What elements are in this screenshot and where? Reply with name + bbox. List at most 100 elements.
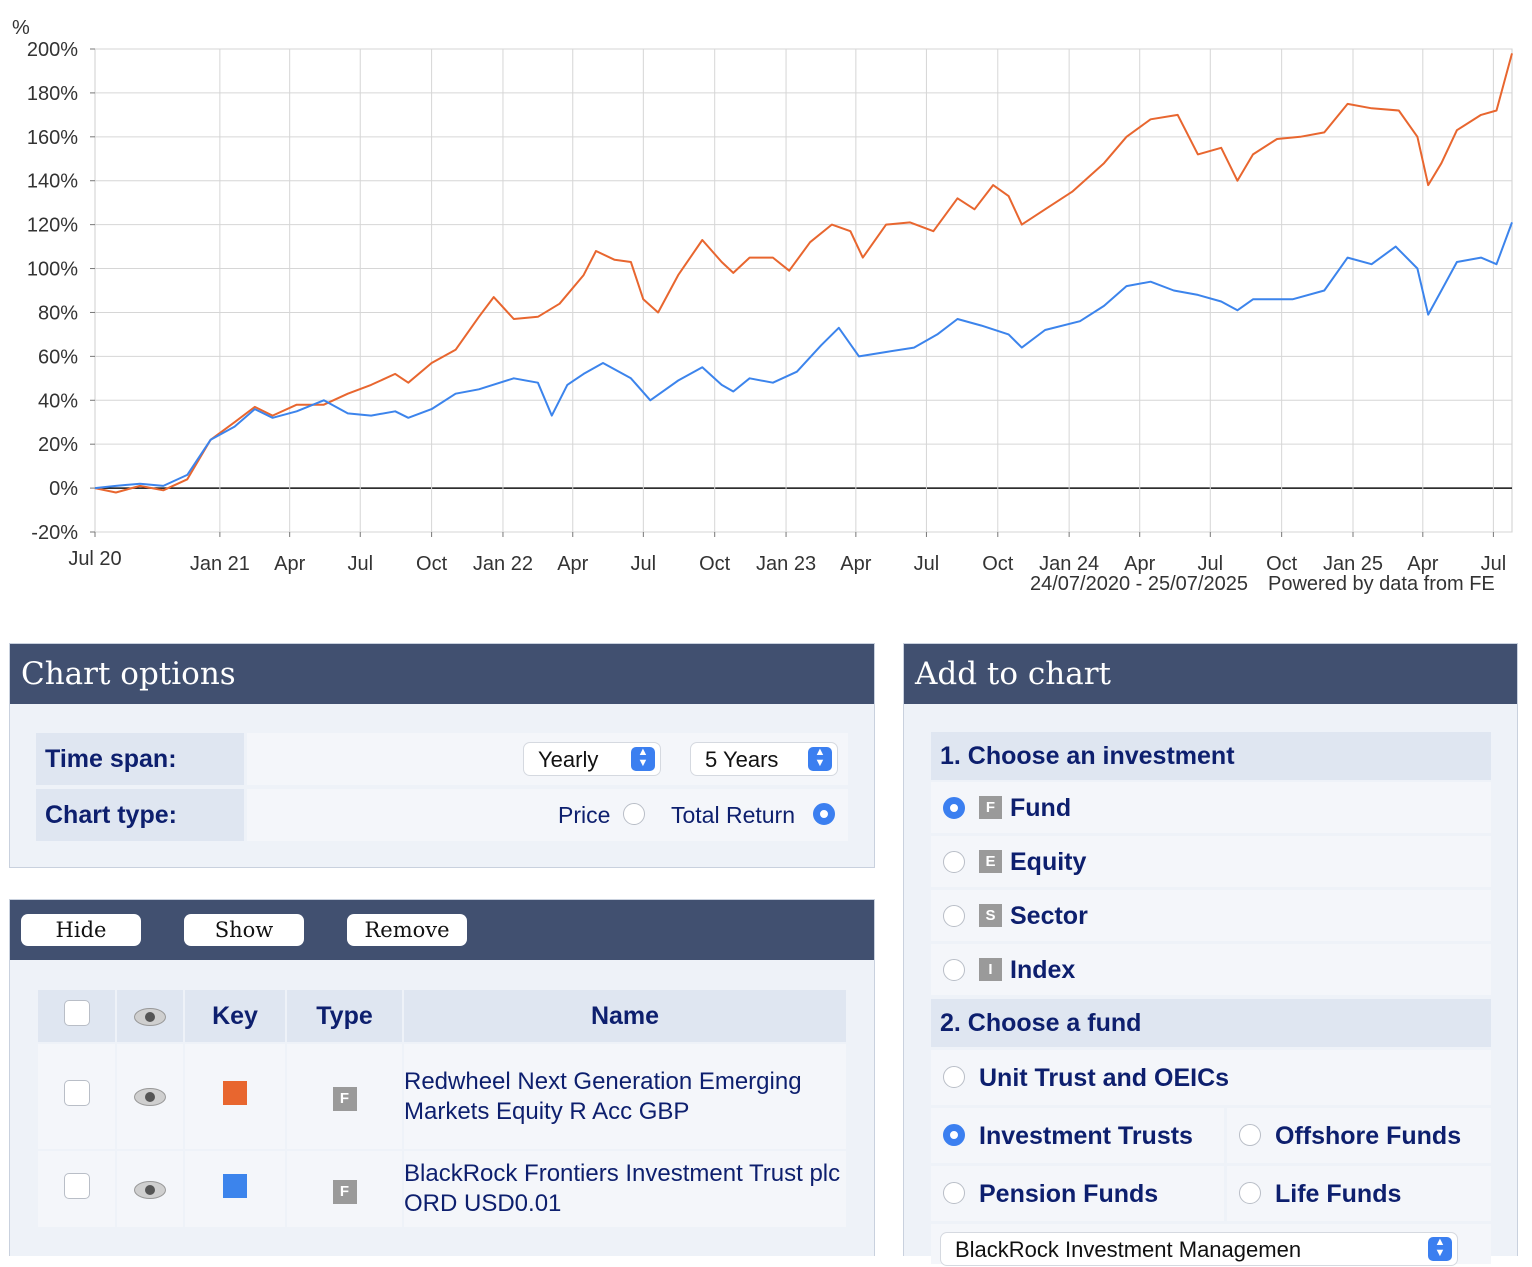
- step-1-heading: 1. Choose an investment: [931, 732, 1491, 780]
- fund-type-pension[interactable]: Pension Funds: [931, 1166, 1224, 1221]
- x-tick-label: Oct: [982, 553, 1014, 575]
- series-line-1: [94, 53, 1513, 494]
- investment-trusts-label: Investment Trusts: [979, 1122, 1193, 1150]
- eye-icon[interactable]: [134, 1088, 166, 1107]
- series-name: BlackRock Frontiers Investment Trust plc…: [404, 1151, 846, 1227]
- chart-type-row: Chart type: Price Total Return: [36, 789, 848, 841]
- y-tick-label: 20%: [38, 434, 78, 456]
- y-tick-label: 60%: [38, 346, 78, 368]
- x-tick-label: Oct: [1266, 553, 1298, 575]
- row-select-cell: [38, 1151, 115, 1227]
- equity-type-icon: E: [979, 850, 1002, 873]
- offshore-radio[interactable]: [1239, 1124, 1261, 1146]
- step-2-heading: 2. Choose a fund: [931, 999, 1491, 1047]
- y-tick-label: -20%: [31, 522, 78, 544]
- frequency-select[interactable]: Yearly ▲ ▼: [523, 742, 661, 776]
- select-all-checkbox[interactable]: [63, 999, 90, 1026]
- series-key-swatch: [223, 1081, 247, 1105]
- series-list-panel: Hide Show Remove Key Type Name F Redwhee…: [9, 899, 875, 1256]
- series-table: Key Type Name F Redwheel Next Generation…: [36, 988, 848, 1229]
- select-all-cell: [38, 990, 115, 1042]
- series-name: Redwheel Next Generation Emerging Market…: [404, 1044, 846, 1149]
- row-select-cell: [38, 1044, 115, 1149]
- chevron-updown-icon: ▲ ▼: [808, 747, 832, 771]
- performance-chart: % 200% 180% 160% 140% 120% 100% 80% 60% 40% 20% 0%…: [12, 17, 1513, 595]
- row-checkbox[interactable]: [63, 1080, 90, 1106]
- y-tick-label: 180%: [27, 83, 78, 105]
- index-option-label: Index: [1010, 956, 1076, 984]
- x-tick-label: Apr: [1407, 553, 1438, 575]
- pension-radio[interactable]: [943, 1182, 965, 1204]
- y-tick-label: 0%: [49, 478, 78, 500]
- total-return-radio[interactable]: [813, 803, 835, 825]
- x-tick-label: Apr: [274, 553, 305, 575]
- x-tick-label: Jan 25: [1323, 553, 1383, 575]
- period-select-value: 5 Years: [705, 747, 779, 772]
- chart-series: [94, 53, 1513, 494]
- row-visibility-cell: [117, 1151, 183, 1227]
- data-credit-label: Powered by data from FE: [1268, 573, 1495, 595]
- price-radio[interactable]: [623, 803, 645, 825]
- row-checkbox[interactable]: [63, 1172, 90, 1199]
- manager-select-value: BlackRock Investment Managemen: [955, 1237, 1302, 1262]
- series-toolbar: Hide Show Remove: [10, 900, 874, 960]
- x-tick-label: Jul: [347, 553, 373, 575]
- fund-type-icon: F: [979, 796, 1002, 819]
- table-row: F Redwheel Next Generation Emerging Mark…: [38, 1044, 846, 1149]
- y-tick-label: 40%: [38, 390, 78, 412]
- row-type-cell: F: [287, 1044, 402, 1149]
- hide-button[interactable]: Hide: [21, 914, 141, 946]
- y-tick-label: 120%: [27, 215, 78, 237]
- x-tick-label: Oct: [699, 553, 731, 575]
- price-option-label: Price: [558, 802, 611, 828]
- date-range-label: 24/07/2020 - 25/07/2025: [1030, 573, 1248, 595]
- manager-row: BlackRock Investment Managemen ▲ ▼: [931, 1224, 1491, 1266]
- show-button[interactable]: Show: [184, 914, 304, 946]
- remove-button[interactable]: Remove: [347, 914, 467, 946]
- fund-radio[interactable]: [943, 797, 965, 819]
- sector-radio[interactable]: [943, 905, 965, 927]
- chart-options-panel: Chart options Time span: Yearly ▲ ▼ 5 Yea…: [9, 643, 875, 868]
- key-header: Key: [185, 990, 285, 1042]
- fund-type-offshore[interactable]: Offshore Funds: [1227, 1108, 1491, 1163]
- x-tick-label: Jan 22: [473, 553, 533, 575]
- series-line-2: [94, 222, 1513, 490]
- series-key-swatch: [223, 1173, 247, 1198]
- fund-type-icon: F: [332, 1179, 357, 1204]
- unit-trust-label: Unit Trust and OEICs: [979, 1064, 1230, 1092]
- investment-option-index[interactable]: I Index: [931, 944, 1491, 995]
- chart-grid: [94, 48, 1513, 533]
- investment-option-fund[interactable]: F Fund: [931, 782, 1491, 833]
- fund-option-label: Fund: [1010, 794, 1072, 822]
- fund-type-investment-trusts[interactable]: Investment Trusts: [931, 1108, 1224, 1163]
- pension-label: Pension Funds: [979, 1180, 1159, 1208]
- life-radio[interactable]: [1239, 1182, 1261, 1204]
- visibility-header: [117, 990, 183, 1042]
- y-tick-label: 160%: [27, 127, 78, 149]
- add-to-chart-panel: Add to chart 1. Choose an investment F F…: [903, 643, 1518, 1266]
- equity-radio[interactable]: [943, 851, 965, 873]
- y-tick-label: 200%: [27, 39, 78, 61]
- investment-option-equity[interactable]: E Equity: [931, 836, 1491, 887]
- investment-option-sector[interactable]: S Sector: [931, 890, 1491, 941]
- manager-select[interactable]: BlackRock Investment Managemen ▲ ▼: [940, 1232, 1458, 1266]
- unit-trust-radio[interactable]: [943, 1066, 965, 1088]
- row-visibility-cell: [117, 1044, 183, 1149]
- y-tick-label: 100%: [27, 259, 78, 281]
- chevron-updown-icon: ▲ ▼: [631, 747, 655, 771]
- offshore-label: Offshore Funds: [1275, 1122, 1462, 1150]
- series-table-header: Key Type Name: [38, 990, 846, 1042]
- frequency-select-value: Yearly: [538, 747, 599, 772]
- row-key-cell: [185, 1151, 285, 1227]
- period-select[interactable]: 5 Years ▲ ▼: [690, 742, 838, 776]
- time-span-label: Time span:: [36, 733, 244, 785]
- fund-type-life[interactable]: Life Funds: [1227, 1166, 1491, 1221]
- y-axis-ticks: 200% 180% 160% 140% 120% 100% 80% 60% 40% 20% 0% -2…: [27, 39, 95, 544]
- index-radio[interactable]: [943, 959, 965, 981]
- x-tick-label: Jul 20: [68, 548, 121, 570]
- row-type-cell: F: [287, 1151, 402, 1227]
- x-tick-label: Jan 21: [190, 553, 250, 575]
- fund-type-unit-trust[interactable]: Unit Trust and OEICs: [931, 1050, 1491, 1105]
- eye-icon[interactable]: [134, 1180, 166, 1199]
- investment-trusts-radio[interactable]: [943, 1124, 965, 1146]
